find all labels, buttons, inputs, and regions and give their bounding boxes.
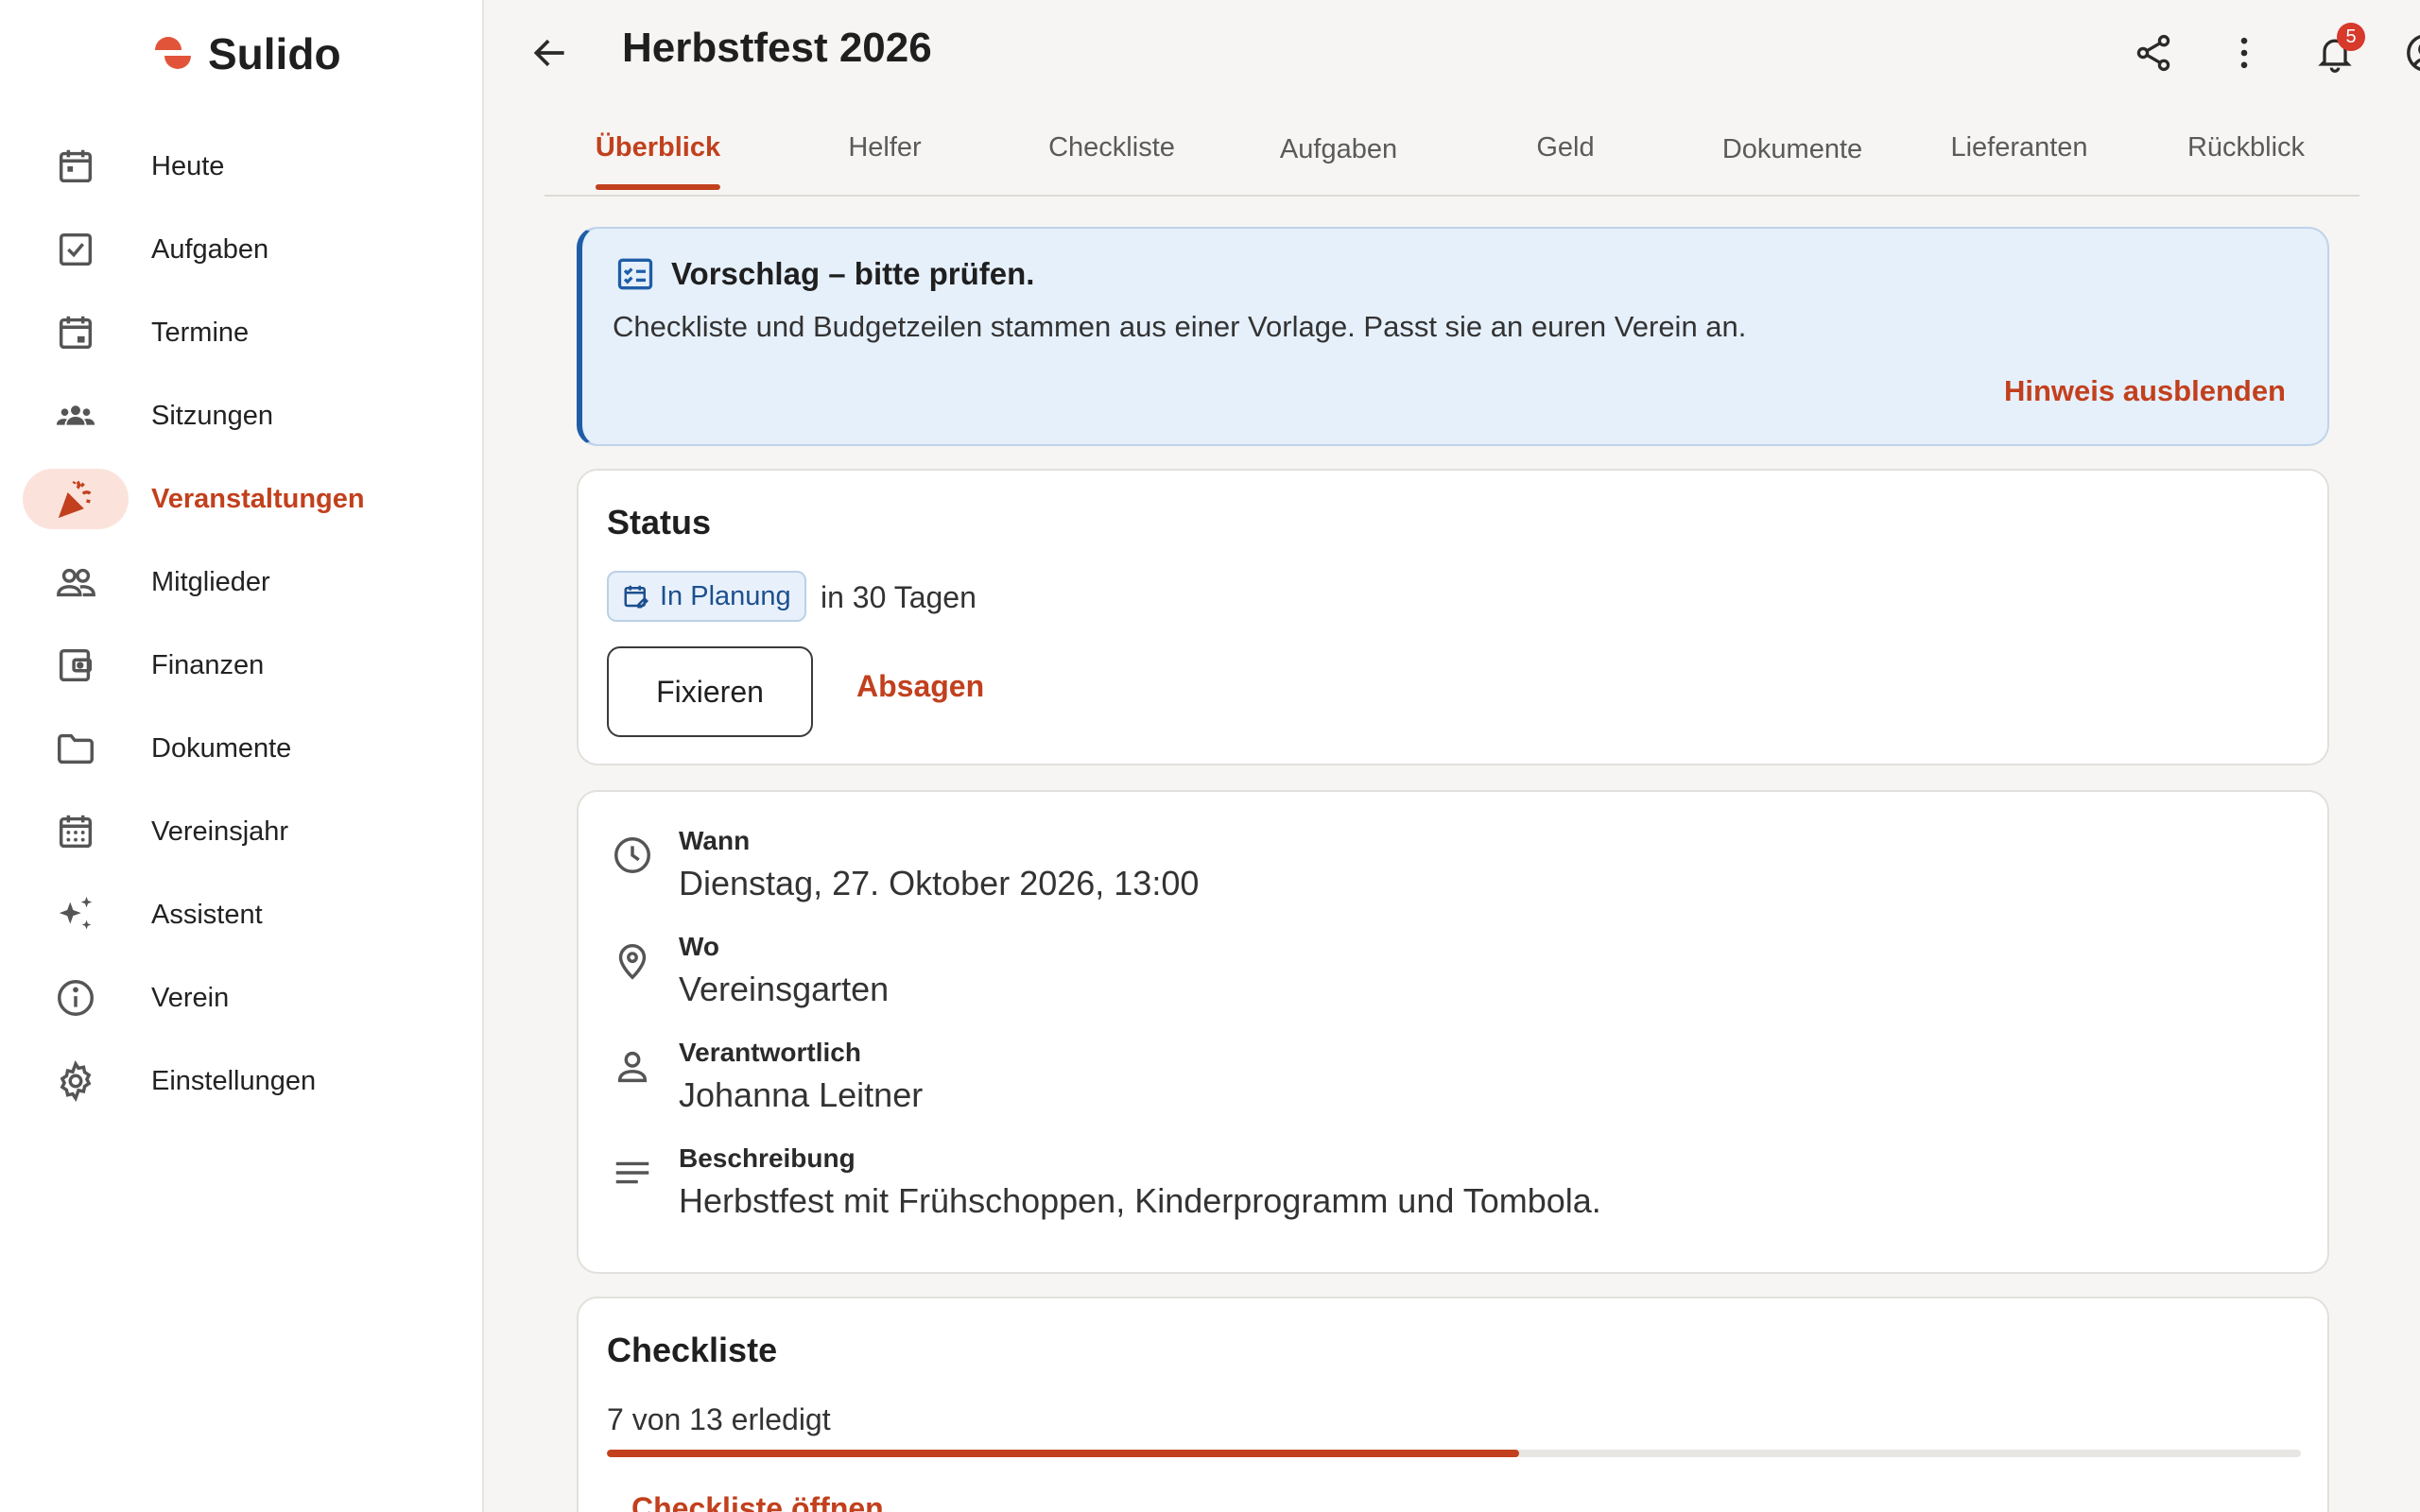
calendar-edit-icon <box>624 585 649 609</box>
sidebar-item-aufgaben[interactable]: Aufgaben <box>23 208 461 291</box>
sidebar-item-label: Mitglieder <box>151 566 270 597</box>
share-icon <box>2136 34 2170 72</box>
account-button[interactable] <box>2395 23 2420 83</box>
fixieren-button[interactable]: Fixieren <box>607 646 813 737</box>
info-icon <box>23 968 129 1028</box>
detail-label: Wo <box>679 932 720 961</box>
sidebar-item-termine[interactable]: Termine <box>23 291 461 374</box>
more-options-button[interactable] <box>2214 23 2274 83</box>
wallet-icon <box>23 635 129 696</box>
people-icon <box>23 552 129 612</box>
sidebar-item-label: Einstellungen <box>151 1065 317 1096</box>
checklist-icon <box>617 258 653 290</box>
sidebar-item-label: Termine <box>151 317 250 348</box>
person-icon <box>617 1051 648 1083</box>
tab-dokumente[interactable]: Dokumente <box>1722 134 1862 190</box>
status-card: Status In Planung in 30 Tagen Fixieren A… <box>577 469 2329 765</box>
sidebar-item-label: Aufgaben <box>151 233 269 265</box>
sparkle-icon <box>23 885 129 945</box>
sidebar-item-label: Assistent <box>151 899 263 930</box>
calendar-today-icon <box>23 136 129 197</box>
notice-title-text: Vorschlag – bitte prüfen. <box>671 256 1035 291</box>
detail-value: Herbstfest mit Frühschoppen, Kinderprogr… <box>679 1181 1601 1220</box>
status-badge: In Planung <box>607 571 806 622</box>
tab-geld[interactable]: Geld <box>1536 132 1594 188</box>
gear-icon <box>23 1051 129 1111</box>
sidebar-item-finanzen[interactable]: Finanzen <box>23 624 461 707</box>
absagen-button[interactable]: Absagen <box>856 669 984 704</box>
tab-aufgaben[interactable]: Aufgaben <box>1280 134 1397 190</box>
groups-icon <box>23 386 129 446</box>
detail-label: Beschreibung <box>679 1143 856 1173</box>
calendar-event-icon <box>23 302 129 363</box>
more-vert-icon <box>2240 37 2248 69</box>
tab-ueberblick[interactable]: Überblick <box>595 132 721 190</box>
sidebar-item-vereinsjahr[interactable]: Vereinsjahr <box>23 790 461 873</box>
sidebar-item-verein[interactable]: Verein <box>23 956 461 1040</box>
sidebar-item-label: Vereinsjahr <box>151 816 289 847</box>
open-checklist-link[interactable]: Checkliste öffnen <box>631 1491 884 1512</box>
notice-title: Vorschlag – bitte prüfen. <box>614 253 1034 295</box>
notification-badge: 5 <box>2337 23 2365 51</box>
sidebar-item-label: Verein <box>151 982 230 1013</box>
tab-checkliste[interactable]: Checkliste <box>1048 132 1175 188</box>
detail-value: Vereinsgarten <box>679 970 890 1008</box>
back-button[interactable] <box>516 25 584 81</box>
checklist-card: Checkliste 7 von 13 erledigt Checkliste … <box>577 1297 2329 1512</box>
checklist-progress-fill <box>607 1450 1519 1457</box>
tab-rueckblick[interactable]: Rückblick <box>2187 132 2305 188</box>
sidebar-item-mitglieder[interactable]: Mitglieder <box>23 541 461 624</box>
checklist-progress-bar <box>607 1450 2301 1457</box>
event-tabs: Überblick Helfer Checkliste Aufgaben Gel… <box>544 119 2360 197</box>
party-popper-icon <box>23 469 129 529</box>
sidebar-item-label: Heute <box>151 150 225 181</box>
status-badge-label: In Planung <box>660 580 791 611</box>
arrow-left-icon <box>533 39 564 67</box>
tab-helfer[interactable]: Helfer <box>848 132 921 188</box>
notice-text: Checkliste und Budgetzeilen stammen aus … <box>613 310 1747 343</box>
sidebar-item-label: Sitzungen <box>151 400 273 431</box>
details-card: Wann Dienstag, 27. Oktober 2026, 13:00 W… <box>577 790 2329 1274</box>
checklist-progress-text: 7 von 13 erledigt <box>607 1402 831 1436</box>
sidebar-item-label: Dokumente <box>151 732 292 764</box>
template-notice: Vorschlag – bitte prüfen. Checkliste und… <box>577 227 2329 446</box>
sidebar-item-veranstaltungen[interactable]: Veranstaltungen <box>23 457 461 541</box>
sidebar-item-sitzungen[interactable]: Sitzungen <box>23 374 461 457</box>
tab-lieferanten[interactable]: Lieferanten <box>1950 132 2087 188</box>
detail-value: Dienstag, 27. Oktober 2026, 13:00 <box>679 864 1200 902</box>
sidebar-item-dokumente[interactable]: Dokumente <box>23 707 461 790</box>
folder-icon <box>23 718 129 779</box>
dismiss-notice-button[interactable]: Hinweis ausblenden <box>2004 374 2286 408</box>
checkbox-icon <box>23 219 129 280</box>
checklist-heading: Checkliste <box>607 1331 778 1369</box>
sidebar: Sulido Heute Aufgaben Termine Sitzungen <box>0 0 484 1512</box>
clock-icon <box>614 837 650 873</box>
location-pin-icon <box>618 943 647 980</box>
status-heading: Status <box>607 503 712 541</box>
app-name: Sulido <box>208 29 341 78</box>
app-logo[interactable]: Sulido <box>149 28 341 79</box>
detail-label: Wann <box>679 826 751 855</box>
account-circle-icon <box>2407 34 2420 72</box>
main-nav: Heute Aufgaben Termine Sitzungen Veranst… <box>23 125 461 1123</box>
sidebar-item-assistent[interactable]: Assistent <box>23 873 461 956</box>
calendar-month-icon <box>23 801 129 862</box>
notifications-button[interactable]: 5 <box>2305 23 2365 83</box>
sidebar-item-label: Finanzen <box>151 649 265 680</box>
notes-icon <box>615 1161 649 1184</box>
sidebar-item-einstellungen[interactable]: Einstellungen <box>23 1040 461 1123</box>
sidebar-item-heute[interactable]: Heute <box>23 125 461 208</box>
share-button[interactable] <box>2123 23 2184 83</box>
top-bar: Herbstfest 2026 5 <box>486 0 2420 106</box>
logo-mark-icon <box>149 31 195 77</box>
page-title: Herbstfest 2026 <box>622 25 932 71</box>
detail-label: Verantwortlich <box>679 1038 861 1067</box>
main-content: Herbstfest 2026 5 Überblick Helfer Check… <box>486 0 2420 1512</box>
sidebar-item-label: Veranstaltungen <box>151 483 365 514</box>
due-text: in 30 Tagen <box>821 580 977 614</box>
detail-value: Johanna Leitner <box>679 1075 924 1114</box>
